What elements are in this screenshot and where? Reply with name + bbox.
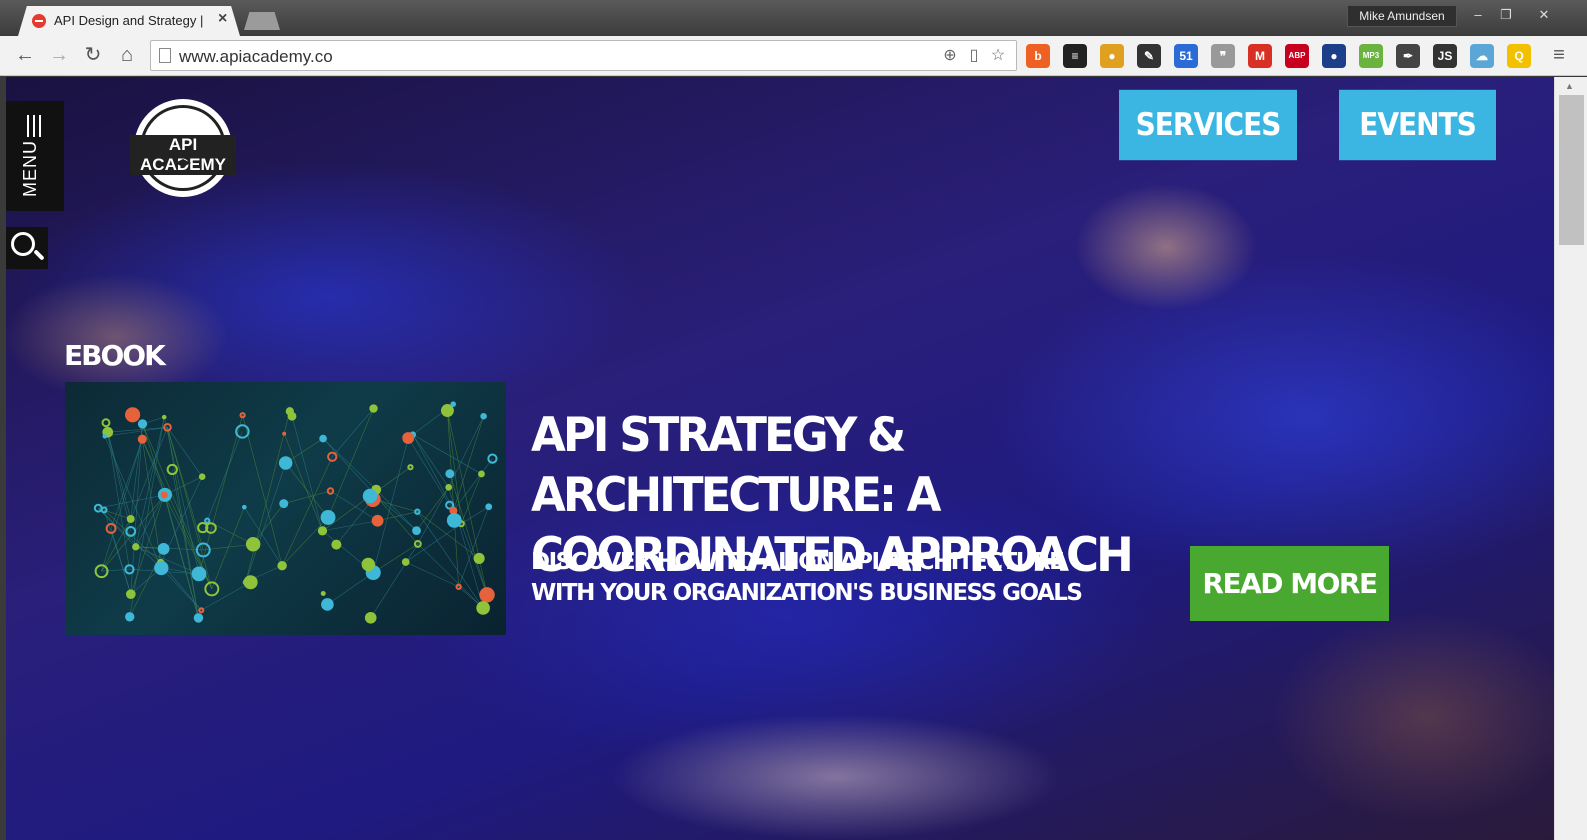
adblock-icon[interactable]: ABP — [1285, 44, 1309, 68]
ebook-cover-image[interactable] — [65, 382, 506, 635]
site-logo[interactable]: API ACADEMY — [130, 99, 236, 197]
site-favicon-icon — [32, 14, 46, 28]
scroll-up-arrow-icon[interactable]: ▲ — [1565, 81, 1574, 91]
globe-icon[interactable]: ● — [1322, 44, 1346, 68]
menu-bars-icon — [27, 115, 41, 137]
badge-extension-icon[interactable]: 51 — [1174, 44, 1198, 68]
colorpicker-icon[interactable]: ● — [1100, 44, 1124, 68]
forward-arrow-icon[interactable]: → — [46, 42, 72, 68]
page-viewport: MENU API ACADEMY SERVICES EVENTS EBOOK A… — [6, 77, 1554, 840]
restore-button[interactable]: ❐ — [1492, 5, 1520, 25]
mp3-icon[interactable]: MP3 — [1359, 44, 1383, 68]
browser-toolbar: ← → ↻ ⌂ www.apiacademy.co ⊕ ▯ ☆ b ≡ ● ✎ 51 ❞ M… — [0, 36, 1587, 76]
events-button[interactable]: EVENTS — [1339, 89, 1496, 161]
q-icon[interactable]: Q — [1507, 44, 1531, 68]
chrome-menu-icon[interactable]: ≡ — [1546, 42, 1572, 68]
gmail-icon[interactable]: M — [1248, 44, 1272, 68]
new-tab-button[interactable] — [244, 12, 280, 30]
tab-title: API Design and Strategy | — [54, 13, 204, 28]
profile-button[interactable]: Mike Amundsen — [1347, 5, 1457, 27]
browser-titlebar: API Design and Strategy | × Mike Amundse… — [0, 0, 1587, 36]
minimize-button[interactable]: – — [1464, 5, 1492, 25]
buffer-icon[interactable]: ≡ — [1063, 44, 1087, 68]
bookmark-star-icon[interactable]: ☆ — [987, 45, 1009, 67]
search-button[interactable] — [6, 227, 48, 269]
page-scrollbar[interactable]: ▲ — [1554, 77, 1587, 840]
browser-tab[interactable]: API Design and Strategy | × — [18, 6, 240, 36]
page-action-icon[interactable]: ▯ — [963, 45, 985, 67]
url-text[interactable]: www.apiacademy.co — [179, 47, 333, 67]
reload-icon[interactable]: ↻ — [80, 42, 106, 68]
weather-icon[interactable]: ☁ — [1470, 44, 1494, 68]
scroll-thumb[interactable] — [1559, 95, 1584, 245]
network-graphic — [93, 401, 498, 624]
js-icon[interactable]: JS — [1433, 44, 1457, 68]
speech-bubble-icon[interactable]: ❞ — [1211, 44, 1235, 68]
eyedropper-icon[interactable]: ✎ — [1137, 44, 1161, 68]
read-more-button[interactable]: READ MORE — [1190, 546, 1389, 621]
menu-label: MENU — [20, 140, 40, 197]
feather-icon[interactable]: ✒ — [1396, 44, 1420, 68]
bitly-icon[interactable]: b — [1026, 44, 1050, 68]
services-button[interactable]: SERVICES — [1119, 89, 1297, 161]
menu-toggle[interactable]: MENU — [6, 101, 64, 211]
ebook-subhead: DISCOVER HOW TO ALIGN API ARCHITECTURE W… — [531, 549, 1083, 606]
home-icon[interactable]: ⌂ — [114, 42, 140, 68]
close-window-button[interactable]: ✕ — [1530, 5, 1558, 25]
search-icon — [11, 232, 35, 256]
tab-close-icon[interactable]: × — [218, 10, 227, 28]
logo-text: API ACADEMY — [130, 135, 236, 175]
address-bar[interactable]: www.apiacademy.co ⊕ ▯ ☆ — [150, 40, 1017, 71]
back-arrow-icon[interactable]: ← — [12, 42, 38, 68]
zoom-icon[interactable]: ⊕ — [939, 45, 961, 67]
ebook-label: EBOOK — [64, 339, 166, 372]
page-icon — [159, 48, 171, 63]
